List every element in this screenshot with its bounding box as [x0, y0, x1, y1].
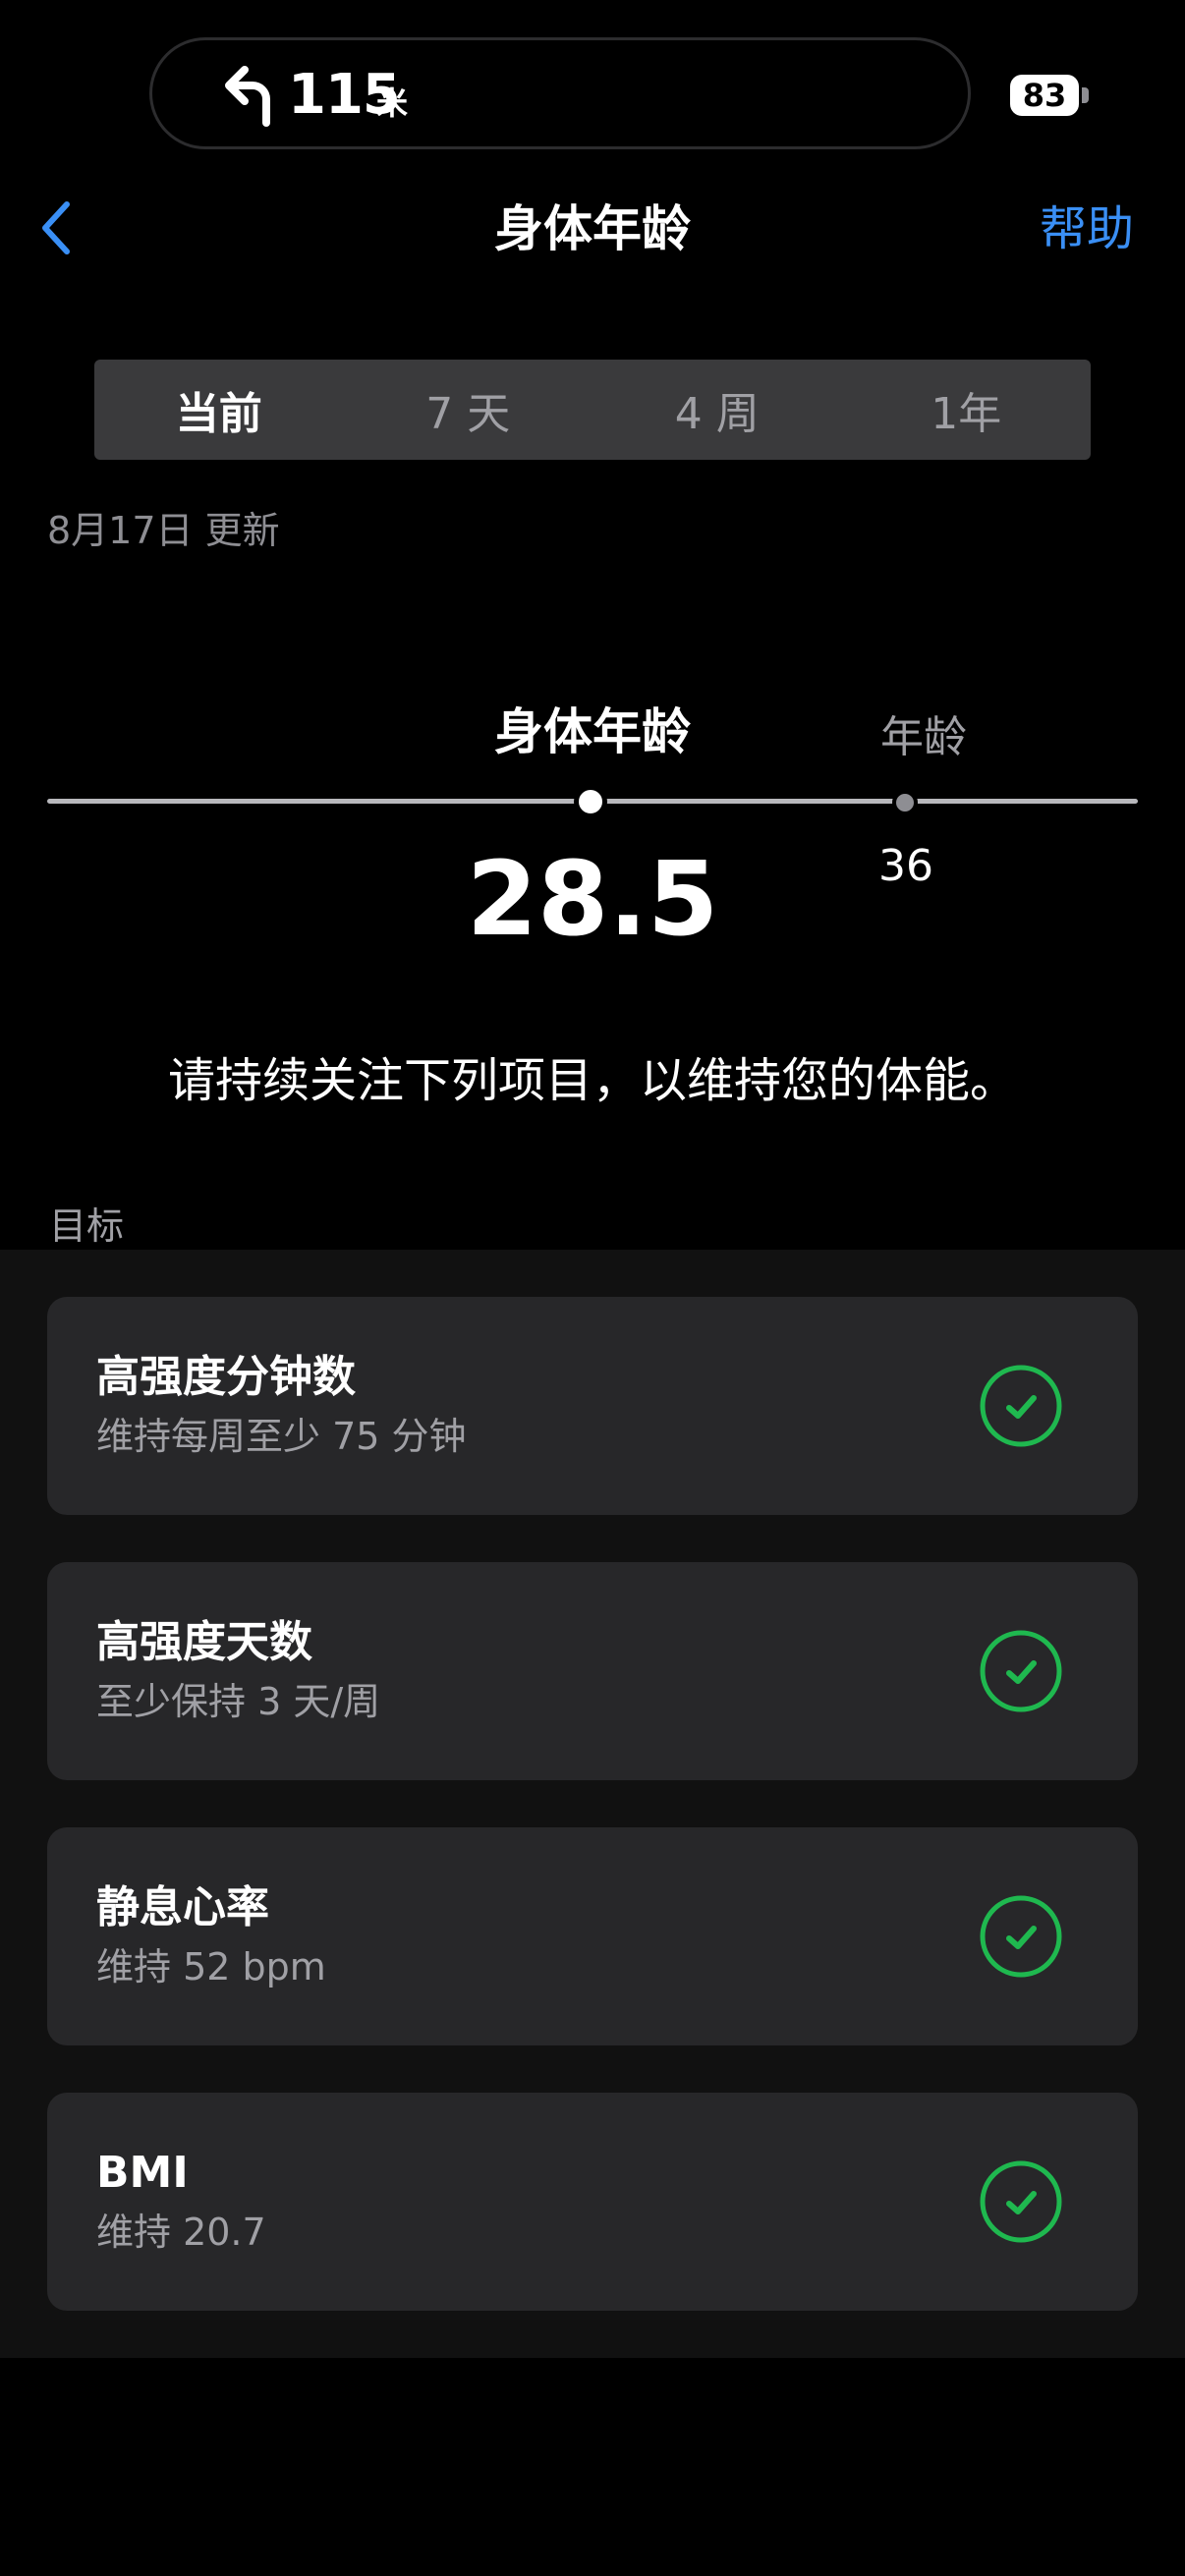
advice-message: 请持续关注下列项目，以维持您的体能。	[167, 1053, 1017, 1108]
fitness-age-marker	[574, 785, 607, 818]
tab-7-days[interactable]: 7 天	[344, 360, 593, 460]
dynamic-island-navigation[interactable]: 115 米	[149, 37, 971, 149]
nav-distance-unit: 米	[376, 84, 409, 122]
turn-left-arrow-icon	[225, 66, 270, 127]
age-label: 年龄	[880, 712, 967, 762]
goals-panel: 高强度分钟数 维持每周至少 75 分钟 高强度天数 至少保持 3 天/周 静息心…	[0, 1250, 1185, 2358]
goal-card-resting-heart-rate[interactable]: 静息心率 维持 52 bpm	[47, 1827, 1138, 2045]
actual-age-marker	[892, 790, 918, 815]
check-circle-icon	[980, 1630, 1062, 1712]
battery-level: 83	[1010, 75, 1079, 116]
actual-age-value: 36	[878, 841, 933, 891]
chevron-left-icon[interactable]	[28, 193, 86, 263]
page-title: 身体年龄	[494, 200, 691, 257]
goal-subtitle: 维持 20.7	[96, 2211, 266, 2254]
help-button[interactable]: 帮助	[1040, 195, 1134, 263]
tab-4-weeks[interactable]: 4 周	[592, 360, 842, 460]
time-range-tabs: 当前 7 天 4 周 1年	[94, 360, 1091, 460]
goal-subtitle: 维持 52 bpm	[96, 1945, 326, 1988]
goal-title: 高强度天数	[96, 1617, 312, 1667]
goal-card-vigorous-days[interactable]: 高强度天数 至少保持 3 天/周	[47, 1562, 1138, 1780]
tab-1-year[interactable]: 1年	[842, 360, 1092, 460]
goal-title: BMI	[96, 2148, 189, 2198]
goal-card-vigorous-minutes[interactable]: 高强度分钟数 维持每周至少 75 分钟	[47, 1297, 1138, 1515]
goal-subtitle: 至少保持 3 天/周	[96, 1680, 381, 1723]
check-circle-icon	[980, 2160, 1062, 2243]
check-circle-icon	[980, 1365, 1062, 1447]
check-circle-icon	[980, 1895, 1062, 1978]
updated-date: 8月17日 更新	[47, 509, 280, 552]
goal-card-bmi[interactable]: BMI 维持 20.7	[47, 2093, 1138, 2311]
goals-section-label: 目标	[49, 1204, 125, 1248]
goal-subtitle: 维持每周至少 75 分钟	[96, 1415, 467, 1458]
goal-title: 高强度分钟数	[96, 1352, 356, 1402]
tab-current[interactable]: 当前	[94, 360, 344, 460]
fitness-age-value: 28.5	[466, 839, 719, 959]
goal-title: 静息心率	[96, 1882, 269, 1932]
fitness-age-label: 身体年龄	[494, 703, 691, 760]
battery-nub	[1082, 87, 1089, 103]
